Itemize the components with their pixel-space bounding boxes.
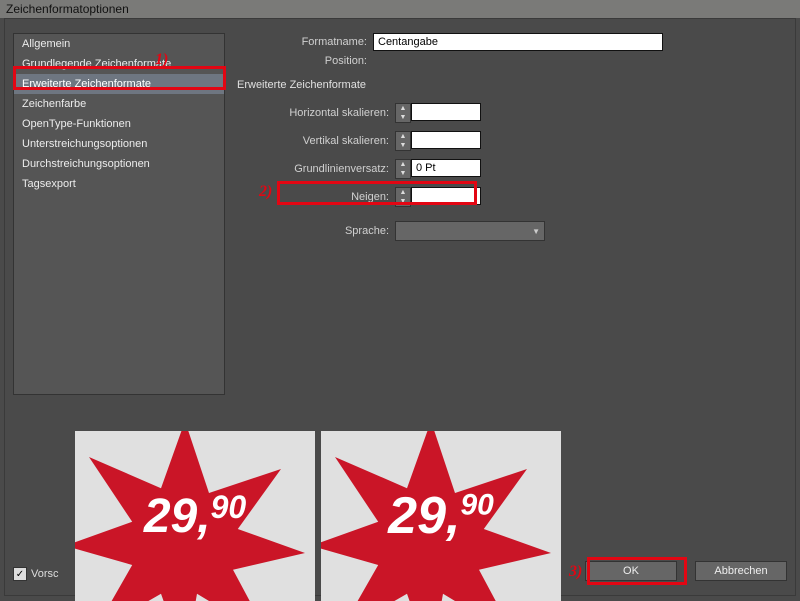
- vscale-spinner[interactable]: ▲▼: [395, 131, 481, 151]
- sidebar: Allgemein Grundlegende Zeichenformate Er…: [13, 33, 225, 395]
- sidebar-item-grundlegende[interactable]: Grundlegende Zeichenformate: [14, 54, 224, 74]
- baseline-label: Grundlinienversatz:: [249, 163, 389, 175]
- sidebar-item-tagsexport[interactable]: Tagsexport: [14, 174, 224, 194]
- price-major: 29,: [144, 490, 211, 543]
- preview-images: 29,90 29,90: [75, 431, 561, 601]
- preview-checkbox[interactable]: ✓ Vorsc: [13, 567, 59, 581]
- section-title: Erweiterte Zeichenformate: [237, 79, 781, 91]
- chevron-up-icon[interactable]: ▲: [396, 104, 410, 113]
- content-panel: Formatname: Position: Erweiterte Zeichen…: [237, 33, 781, 393]
- hscale-spinner[interactable]: ▲▼: [395, 103, 481, 123]
- hscale-label: Horizontal skalieren:: [249, 107, 389, 119]
- titlebar: Zeichenformatoptionen: [0, 0, 800, 18]
- sidebar-item-zeichenfarbe[interactable]: Zeichenfarbe: [14, 94, 224, 114]
- baseline-spinner[interactable]: ▲▼: [395, 159, 481, 179]
- baseline-input[interactable]: [411, 159, 481, 177]
- dialog-window: Allgemein Grundlegende Zeichenformate Er…: [4, 18, 796, 596]
- chevron-up-icon[interactable]: ▲: [396, 188, 410, 197]
- price-minor: 90: [211, 489, 247, 525]
- chevron-down-icon[interactable]: ▼: [396, 169, 410, 178]
- price-major: 29,: [388, 487, 460, 545]
- preview-before: 29,90: [75, 431, 315, 601]
- preview-label: Vorsc: [31, 568, 59, 580]
- chevron-down-icon[interactable]: ▼: [396, 197, 410, 206]
- price-minor: 90: [460, 489, 493, 522]
- lang-label: Sprache:: [249, 225, 389, 237]
- skew-spinner[interactable]: ▲▼: [395, 187, 481, 207]
- annotation-3: 3): [569, 563, 582, 581]
- position-label: Position:: [237, 55, 367, 67]
- caret-down-icon: ▼: [532, 227, 540, 236]
- sidebar-item-unterstreichung[interactable]: Unterstreichungsoptionen: [14, 134, 224, 154]
- hscale-input[interactable]: [411, 103, 481, 121]
- skew-input[interactable]: [411, 187, 481, 205]
- lang-dropdown[interactable]: ▼: [395, 221, 545, 241]
- formatname-input[interactable]: [373, 33, 663, 51]
- chevron-down-icon[interactable]: ▼: [396, 141, 410, 150]
- chevron-up-icon[interactable]: ▲: [396, 160, 410, 169]
- preview-after: 29,90: [321, 431, 561, 601]
- window-title: Zeichenformatoptionen: [6, 2, 129, 16]
- annotation-1: 1): [155, 51, 168, 69]
- chevron-up-icon[interactable]: ▲: [396, 132, 410, 141]
- ok-button[interactable]: OK: [585, 561, 677, 581]
- vscale-label: Vertikal skalieren:: [249, 135, 389, 147]
- annotation-2: 2): [259, 183, 272, 201]
- sidebar-item-allgemein[interactable]: Allgemein: [14, 34, 224, 54]
- sidebar-item-durchstreichung[interactable]: Durchstreichungsoptionen: [14, 154, 224, 174]
- chevron-down-icon[interactable]: ▼: [396, 113, 410, 122]
- cancel-button[interactable]: Abbrechen: [695, 561, 787, 581]
- formatname-label: Formatname:: [237, 36, 367, 48]
- sidebar-item-opentype[interactable]: OpenType-Funktionen: [14, 114, 224, 134]
- vscale-input[interactable]: [411, 131, 481, 149]
- checkmark-icon: ✓: [13, 567, 27, 581]
- sidebar-item-erweiterte[interactable]: Erweiterte Zeichenformate: [14, 74, 224, 94]
